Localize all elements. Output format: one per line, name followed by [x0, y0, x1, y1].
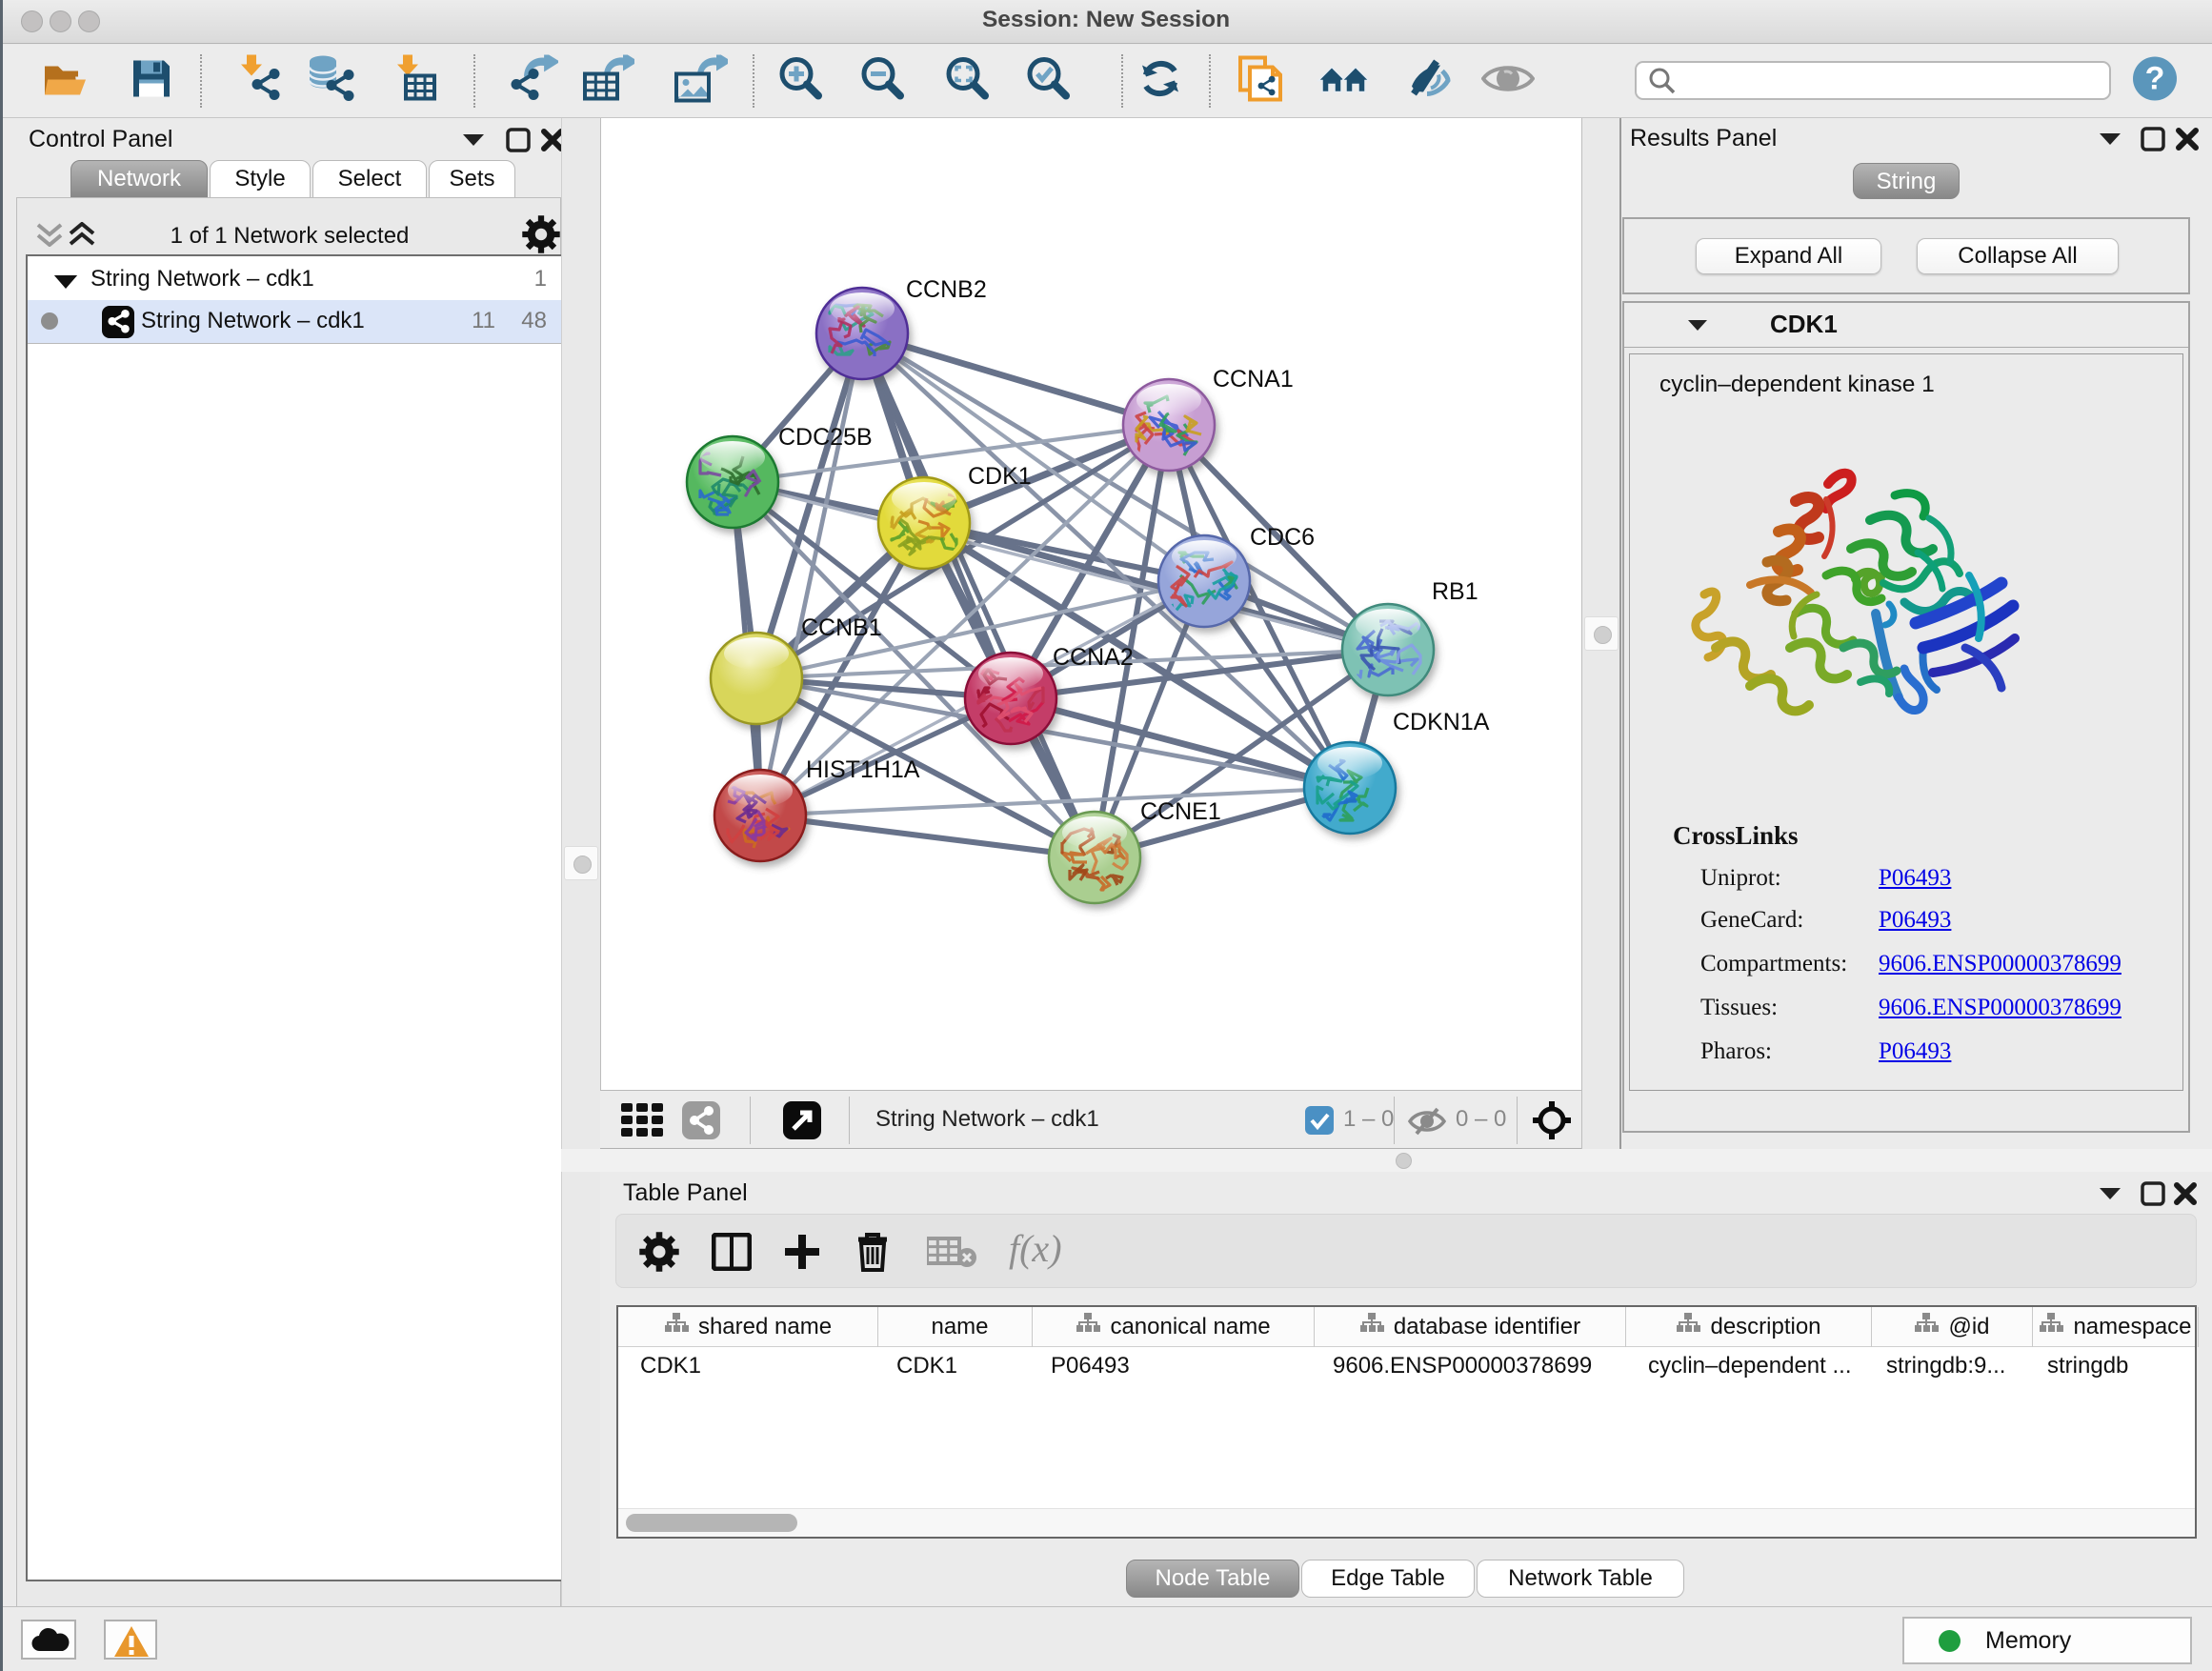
svg-text:CDKN1A: CDKN1A: [1393, 709, 1490, 735]
svg-text:RB1: RB1: [1432, 578, 1478, 605]
svg-text:CDC6: CDC6: [1250, 524, 1315, 551]
svg-text:?: ?: [2145, 61, 2165, 97]
svg-text:CCNA1: CCNA1: [1213, 366, 1294, 393]
svg-text:CDK1: CDK1: [968, 463, 1032, 490]
svg-text:CCNB1: CCNB1: [801, 614, 882, 641]
svg-text:CDC25B: CDC25B: [778, 424, 873, 451]
svg-text:HIST1H1A: HIST1H1A: [806, 756, 920, 783]
svg-text:CCNA2: CCNA2: [1053, 644, 1134, 671]
svg-text:CCNE1: CCNE1: [1140, 798, 1221, 825]
svg-text:CCNB2: CCNB2: [906, 276, 987, 303]
